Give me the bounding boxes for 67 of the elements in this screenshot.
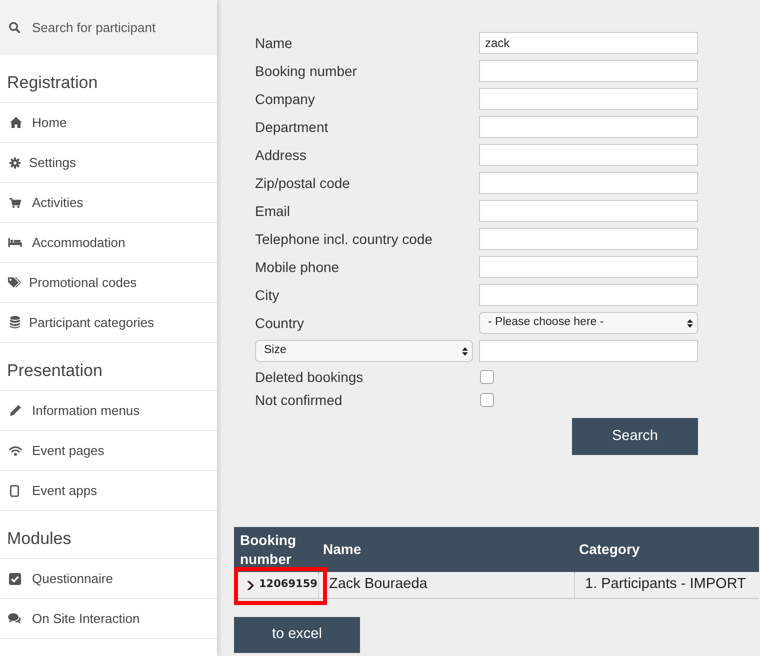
section-heading: Presentation — [0, 343, 217, 391]
table-cell-text: 1. Participants - IMPORT — [584, 575, 747, 594]
field-label: Country — [255, 314, 306, 333]
gear-icon — [9, 156, 21, 168]
updown-arrows-icon — [462, 346, 468, 356]
home-icon — [10, 117, 22, 128]
database-icon — [10, 316, 20, 329]
sidebar-item[interactable]: Promotional codes — [0, 263, 217, 303]
field-label: Zip/postal code — [255, 174, 351, 193]
text-field[interactable] — [479, 116, 698, 138]
cart-icon — [9, 198, 21, 208]
attribute-select[interactable]: Size — [255, 340, 473, 362]
field-label: Name — [255, 34, 294, 52]
column-header: Booking number — [239, 530, 297, 568]
text-field[interactable] — [479, 256, 698, 278]
to-excel-button[interactable]: to excel — [234, 617, 360, 653]
checkbox[interactable] — [480, 393, 494, 407]
text-field[interactable] — [479, 88, 698, 110]
field-label: Company — [255, 90, 316, 109]
sidebar-item[interactable]: Settings — [0, 143, 217, 183]
field-label: Email — [255, 202, 292, 220]
section-heading: Modules — [0, 511, 217, 559]
updown-arrows-icon — [687, 318, 693, 328]
pencil-icon — [10, 405, 21, 416]
search-icon — [9, 22, 20, 33]
checkbox-label: Not confirmed — [255, 390, 344, 410]
text-field[interactable] — [479, 228, 698, 250]
sidebar-item[interactable]: Activities — [0, 183, 217, 223]
field-label: Telephone incl. country code — [255, 230, 434, 249]
speech-bubbles-icon — [8, 613, 21, 624]
text-field[interactable] — [479, 200, 698, 222]
column-header: Name — [322, 540, 362, 559]
text-field[interactable] — [479, 144, 698, 166]
field-label: Booking number — [255, 62, 358, 81]
sidebar-item[interactable]: Event pages — [0, 431, 217, 471]
column-header: Category — [578, 540, 641, 559]
search-box[interactable]: Search for participant — [0, 0, 217, 55]
sidebar-item[interactable]: Information menus — [0, 391, 217, 431]
table-cell: Zack Bouraeda — [319, 572, 575, 598]
field-label: City — [255, 286, 280, 305]
sidebar-item[interactable]: Questionnaire — [0, 559, 217, 599]
search-button[interactable]: Search — [572, 418, 698, 455]
checkbox[interactable] — [480, 370, 494, 384]
text-field[interactable] — [479, 172, 698, 194]
tags-icon — [8, 277, 21, 288]
text-field[interactable]: zack — [479, 32, 698, 54]
sidebar-item[interactable]: Accommodation — [0, 223, 217, 263]
checkbox-icon — [9, 572, 21, 584]
field-label: Address — [255, 146, 308, 164]
text-field[interactable] — [479, 340, 698, 362]
tablet-icon — [10, 484, 19, 496]
bed-icon — [8, 238, 22, 247]
sidebar-item[interactable]: Event apps — [0, 471, 217, 511]
field-label: Department — [255, 118, 330, 137]
section-heading: Registration — [0, 55, 217, 103]
wifi-icon — [9, 446, 22, 456]
country-select[interactable]: - Please choose here - — [479, 312, 698, 334]
text-field[interactable] — [479, 60, 698, 82]
booking-number-link[interactable]: 12069159 — [259, 577, 318, 593]
sidebar-item[interactable]: Participant categories — [0, 303, 217, 343]
sidebar-item[interactable]: On Site Interaction — [0, 599, 217, 639]
field-label: Mobile phone — [255, 258, 340, 277]
text-field[interactable] — [479, 284, 698, 306]
chevron-icon — [247, 580, 254, 590]
search-field[interactable]: Search for participant — [32, 18, 202, 38]
sidebar-item[interactable]: Home — [0, 103, 217, 143]
checkbox-label: Deleted bookings — [255, 368, 364, 387]
